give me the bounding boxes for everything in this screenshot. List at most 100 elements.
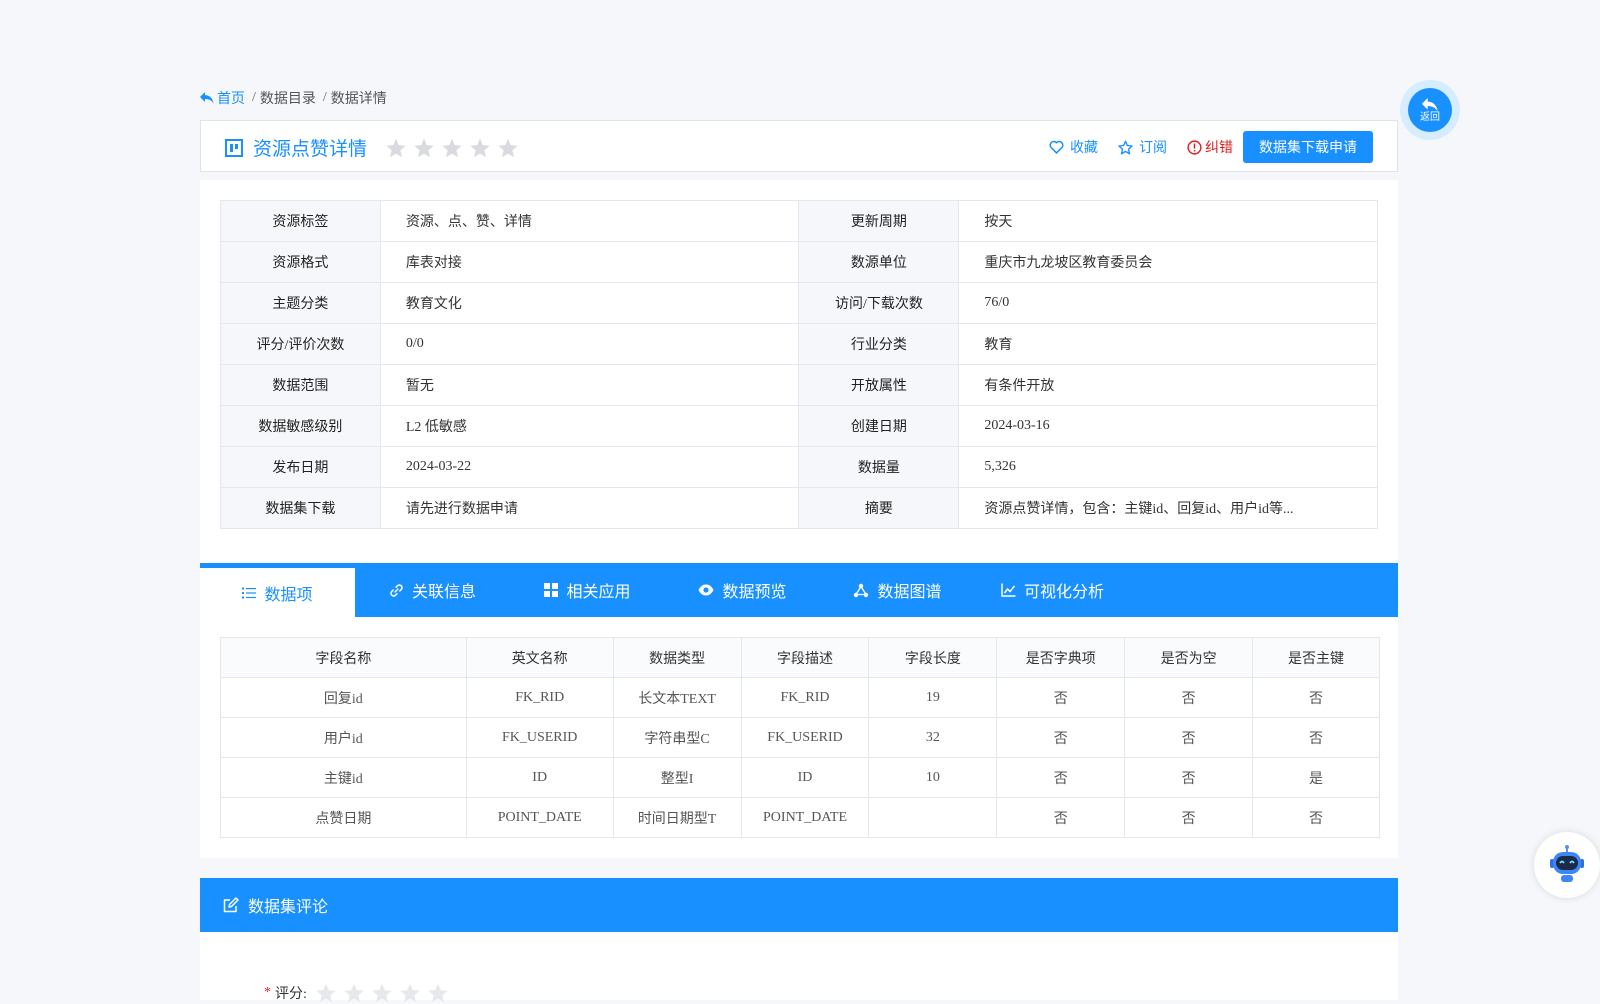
table-cell: 否 bbox=[1124, 677, 1254, 718]
table-cell: 否 bbox=[1252, 797, 1380, 838]
info-key: 数源单位 bbox=[798, 241, 960, 283]
info-key: 数据量 bbox=[798, 446, 960, 488]
info-key: 数据集下载 bbox=[220, 487, 381, 529]
column-header: 英文名称 bbox=[465, 637, 614, 678]
star-icon[interactable] bbox=[427, 982, 449, 1004]
star-icon[interactable] bbox=[469, 137, 491, 159]
table-cell: FK_USERID bbox=[465, 717, 614, 758]
alert-circle-icon bbox=[1187, 139, 1202, 155]
tab-label: 相关应用 bbox=[566, 584, 631, 601]
rating-stars bbox=[385, 137, 525, 159]
line-chart-icon bbox=[1001, 583, 1016, 597]
column-header: 字段名称 bbox=[220, 637, 467, 678]
info-key: 数据敏感级别 bbox=[220, 405, 381, 447]
comments-title: 数据集评论 bbox=[248, 899, 329, 916]
info-table: 资源标签 资源、点、赞、详情 更新周期 按天 资源格式 库表对接 数源单位 重庆… bbox=[220, 200, 1378, 529]
star-icon[interactable] bbox=[497, 137, 519, 159]
table-cell: 是 bbox=[1252, 757, 1380, 798]
back-button-inner[interactable]: 返回 bbox=[1408, 88, 1452, 132]
table-cell: 长文本TEXT bbox=[612, 677, 742, 718]
info-key: 发布日期 bbox=[220, 446, 381, 488]
info-value: 2024-03-16 bbox=[958, 405, 1378, 447]
info-value: 教育 bbox=[958, 323, 1378, 365]
comment-rating-stars bbox=[315, 982, 455, 1004]
table-header-row: 字段名称 英文名称 数据类型 字段描述 字段长度 是否字典项 是否为空 是否主键 bbox=[220, 637, 1380, 678]
star-icon[interactable] bbox=[399, 982, 421, 1004]
table-cell: POINT_DATE bbox=[465, 797, 614, 838]
table-cell: 19 bbox=[868, 677, 998, 718]
star-icon[interactable] bbox=[315, 982, 337, 1004]
report-error-label: 纠错 bbox=[1205, 141, 1233, 156]
link-icon bbox=[390, 583, 403, 597]
info-value: 0/0 bbox=[379, 323, 800, 365]
info-key: 更新周期 bbox=[798, 200, 960, 242]
table-cell: FK_RID bbox=[740, 677, 870, 718]
info-value: 2024-03-22 bbox=[379, 446, 800, 488]
column-header: 字段长度 bbox=[868, 637, 998, 678]
breadcrumb-item-catalog[interactable]: 数据目录 bbox=[260, 88, 316, 108]
board-icon bbox=[225, 138, 243, 157]
table-cell: ID bbox=[465, 757, 614, 798]
table-row: 主键id ID 整型I ID 10 否 否 是 bbox=[220, 757, 1380, 798]
info-key: 资源格式 bbox=[220, 241, 381, 283]
table-row: 数据敏感级别 L2 低敏感 创建日期 2024-03-16 bbox=[220, 405, 1378, 447]
comments-body: * 评分: bbox=[200, 932, 1398, 1003]
tab-data-graph[interactable]: 数据图谱 bbox=[820, 563, 975, 617]
table-cell: 否 bbox=[1252, 717, 1380, 758]
page-title: 资源点赞详情 bbox=[253, 139, 368, 160]
tab-data-items[interactable]: 数据项 bbox=[200, 563, 355, 617]
comments-header: 数据集评论 bbox=[200, 878, 1398, 932]
breadcrumb-home-label[interactable]: 首页 bbox=[217, 88, 245, 108]
info-value: 资源、点、赞、详情 bbox=[379, 200, 800, 242]
table-cell: 10 bbox=[868, 757, 998, 798]
table-cell: FK_USERID bbox=[740, 717, 870, 758]
star-icon[interactable] bbox=[413, 137, 435, 159]
breadcrumb: 首页 / 数据目录 / 数据详情 bbox=[200, 88, 387, 108]
subscribe-label: 订阅 bbox=[1139, 141, 1167, 156]
tab-label: 数据图谱 bbox=[877, 584, 942, 601]
eye-icon bbox=[698, 584, 714, 596]
star-icon[interactable] bbox=[371, 982, 393, 1004]
tab-visual-analysis[interactable]: 可视化分析 bbox=[975, 563, 1130, 617]
table-row: 主题分类 教育文化 访问/下载次数 76/0 bbox=[220, 282, 1378, 324]
tab-data-preview[interactable]: 数据预览 bbox=[665, 563, 820, 617]
info-key: 资源标签 bbox=[220, 200, 381, 242]
list-icon bbox=[242, 587, 257, 598]
fields-table: 字段名称 英文名称 数据类型 字段描述 字段长度 是否字典项 是否为空 是否主键… bbox=[220, 637, 1380, 838]
back-label: 返回 bbox=[1420, 111, 1440, 123]
star-outline-icon bbox=[1118, 140, 1133, 154]
table-row: 资源格式 库表对接 数源单位 重庆市九龙坡区教育委员会 bbox=[220, 241, 1378, 283]
star-icon[interactable] bbox=[343, 982, 365, 1004]
table-cell: 回复id bbox=[220, 677, 467, 718]
table-cell: 否 bbox=[996, 677, 1126, 718]
star-icon[interactable] bbox=[385, 137, 407, 159]
table-cell: 否 bbox=[1252, 677, 1380, 718]
tab-label: 数据预览 bbox=[722, 584, 787, 601]
column-header: 是否字典项 bbox=[996, 637, 1126, 678]
back-button[interactable]: 返回 bbox=[1400, 80, 1460, 140]
table-row: 发布日期 2024-03-22 数据量 5,326 bbox=[220, 446, 1378, 488]
table-cell: 字符串型C bbox=[612, 717, 742, 758]
graph-icon bbox=[854, 583, 869, 597]
header-actions: 收藏 订阅 纠错 数据集下载申请 bbox=[1049, 131, 1373, 163]
download-apply-button[interactable]: 数据集下载申请 bbox=[1243, 131, 1373, 163]
star-icon[interactable] bbox=[441, 137, 463, 159]
table-cell: FK_RID bbox=[465, 677, 614, 718]
column-header: 是否主键 bbox=[1252, 637, 1380, 678]
breadcrumb-separator: / bbox=[252, 90, 256, 105]
table-row: 回复id FK_RID 长文本TEXT FK_RID 19 否 否 否 bbox=[220, 677, 1380, 718]
table-row: 数据集下载 请先进行数据申请 摘要 资源点赞详情，包含：主键id、回复id、用户… bbox=[220, 487, 1378, 529]
robot-assistant-button[interactable] bbox=[1534, 832, 1600, 898]
table-cell: 否 bbox=[1124, 717, 1254, 758]
info-value-summary: 资源点赞详情，包含：主键id、回复id、用户id等... bbox=[958, 487, 1378, 529]
favorite-button[interactable]: 收藏 bbox=[1049, 137, 1098, 157]
table-cell: POINT_DATE bbox=[740, 797, 870, 838]
info-value: L2 低敏感 bbox=[379, 405, 800, 447]
subscribe-button[interactable]: 订阅 bbox=[1118, 137, 1167, 157]
tab-label: 可视化分析 bbox=[1023, 584, 1104, 601]
table-cell: 否 bbox=[996, 757, 1126, 798]
breadcrumb-home-link[interactable]: 首页 bbox=[200, 88, 245, 108]
tab-related-apps[interactable]: 相关应用 bbox=[510, 563, 665, 617]
report-error-button[interactable]: 纠错 bbox=[1187, 137, 1233, 157]
tab-related-info[interactable]: 关联信息 bbox=[355, 563, 510, 617]
